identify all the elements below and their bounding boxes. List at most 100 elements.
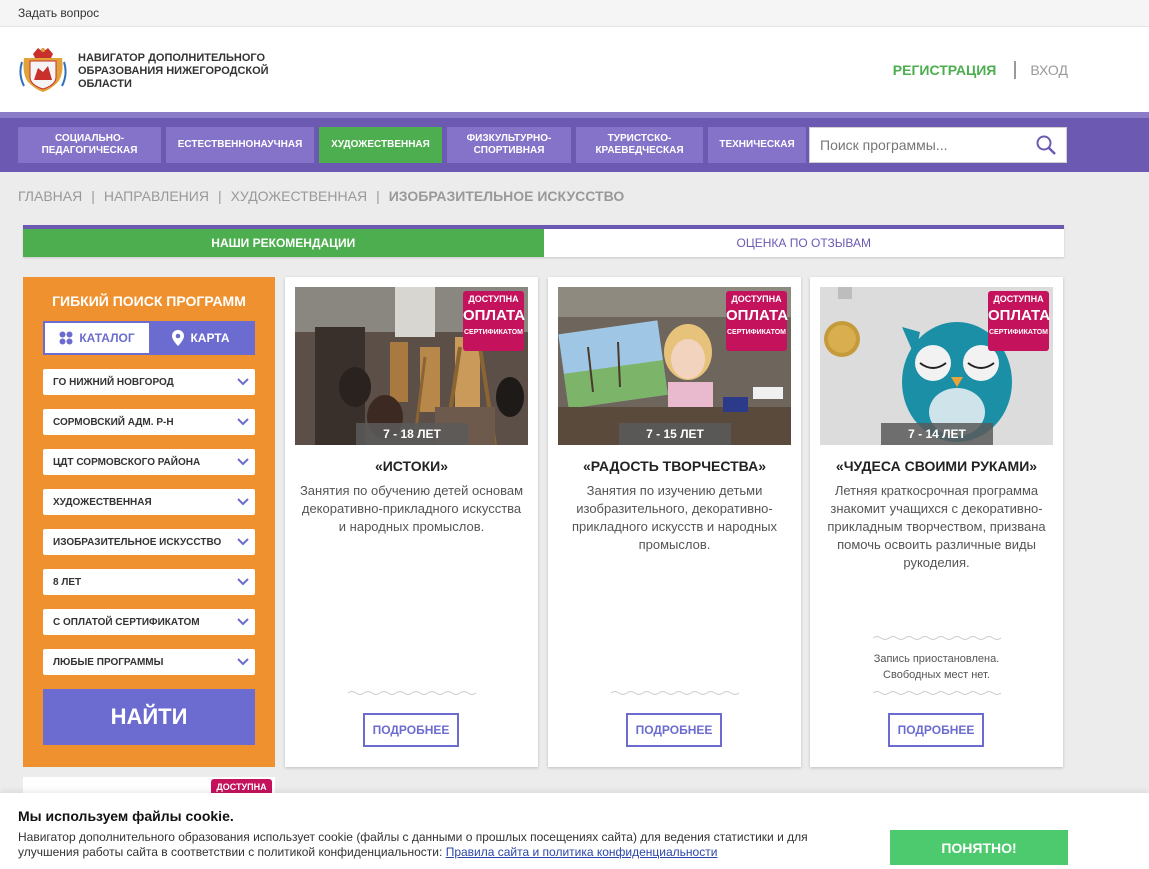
badge-line1: ДОСТУПНА [993,294,1044,304]
badge-line2: ОПЛАТА [463,307,526,324]
program-photo[interactable]: ДОСТУПНА ОПЛАТА СЕРТИФИКАТОМ 7 - 18 ЛЕТ [295,287,528,445]
breadcrumb-artistic[interactable]: ХУДОЖЕСТВЕННАЯ [231,188,367,204]
cookie-banner: Мы используем файлы cookie. Навигатор до… [0,793,1149,869]
chevron-down-icon [237,618,249,626]
wave-divider [611,691,739,695]
search-input[interactable] [810,128,1025,162]
view-toggle: КАТАЛОГ КАРТА [43,321,255,355]
select-value: ИЗОБРАЗИТЕЛЬНОЕ ИСКУССТВО [53,536,222,548]
site-title[interactable]: НАВИГАТОР ДОПОЛНИТЕЛЬНОГО ОБРАЗОВАНИЯ НИ… [78,52,288,91]
privacy-policy-link[interactable]: Правила сайта и политика конфиденциально… [446,845,718,859]
certificate-badge: ДОСТУПНА ОПЛАТА СЕРТИФИКАТОМ [726,291,789,351]
nav-tourism[interactable]: ТУРИСТСКО-КРАЕВЕДЧЕСКАЯ [576,127,703,163]
badge-line3: СЕРТИФИКАТОМ [727,329,786,336]
status-line2: Свободных мест нет. [883,669,990,681]
program-description: Занятия по обучению детей основам декора… [299,483,524,534]
badge-line2: ОПЛАТА [988,307,1051,324]
select-payment[interactable]: С ОПЛАТОЙ СЕРТИФИКАТОМ [43,609,255,635]
breadcrumb-separator: | [217,188,222,204]
certificate-badge: ДОСТУПНА ОПЛАТА СЕРТИФИКАТОМ [988,291,1051,351]
badge-line1: ДОСТУПНА [216,782,267,792]
details-button[interactable]: ПОДРОБНЕЕ [626,713,722,747]
program-card[interactable]: ДОСТУПНА ОПЛАТА СЕРТИФИКАТОМ 7 - 18 ЛЕТ … [285,277,538,767]
tab-recommendations[interactable]: НАШИ РЕКОМЕНДАЦИИ [23,229,544,257]
program-title[interactable]: «РАДОСТЬ ТВОРЧЕСТВА» [548,458,801,474]
select-value: 8 ЛЕТ [53,576,82,588]
filter-panel: ГИБКИЙ ПОИСК ПРОГРАММ КАТАЛОГ КАРТА ГО Н… [23,277,275,767]
select-value: ХУДОЖЕСТВЕННАЯ [53,496,152,508]
map-pin-icon [172,330,185,346]
coat-of-arms-logo[interactable] [18,44,68,94]
map-view-button[interactable]: КАРТА [149,323,253,353]
auth-separator [1014,61,1017,79]
select-value: С ОПЛАТОЙ СЕРТИФИКАТОМ [53,616,200,628]
wave-divider [873,691,1001,695]
badge-line1: ДОСТУПНА [468,294,519,304]
badge-line2: ОПЛАТА [726,307,789,324]
catalog-label: КАТАЛОГ [79,331,135,345]
program-photo[interactable]: ДОСТУПНА ОПЛАТА СЕРТИФИКАТОМ 7 - 15 ЛЕТ [558,287,791,445]
select-program-type[interactable]: ЛЮБЫЕ ПРОГРАММЫ [43,649,255,675]
nav-technical[interactable]: ТЕХНИЧЕСКАЯ [708,127,806,163]
age-range: 7 - 18 ЛЕТ [356,423,468,445]
program-photo[interactable]: ДОСТУПНА ОПЛАТА СЕРТИФИКАТОМ 7 - 14 ЛЕТ [820,287,1053,445]
details-button[interactable]: ПОДРОБНЕЕ [363,713,459,747]
program-title[interactable]: «ЧУДЕСА СВОИМИ РУКАМИ» [810,458,1063,474]
chevron-down-icon [237,538,249,546]
map-label: КАРТА [190,331,230,345]
badge-line3: СЕРТИФИКАТОМ [989,329,1048,336]
select-age[interactable]: 8 ЛЕТ [43,569,255,595]
cookie-accept-button[interactable]: ПОНЯТНО! [890,830,1068,865]
find-button[interactable]: НАЙТИ [43,689,255,745]
chevron-down-icon [237,578,249,586]
search-box [809,127,1067,163]
breadcrumb-separator: | [376,188,380,204]
breadcrumb-home[interactable]: ГЛАВНАЯ [18,188,82,204]
cookie-title: Мы используем файлы cookie. [18,808,234,824]
tab-reviews[interactable]: ОЦЕНКА ПО ОТЗЫВАМ [544,229,1065,257]
select-district[interactable]: СОРМОВСКИЙ АДМ. Р-Н [43,409,255,435]
filter-title: ГИБКИЙ ПОИСК ПРОГРАММ [52,293,246,309]
breadcrumb: ГЛАВНАЯ | НАПРАВЛЕНИЯ | ХУДОЖЕСТВЕННАЯ | ИЗОБР… [18,188,624,204]
select-profile[interactable]: ИЗОБРАЗИТЕЛЬНОЕ ИСКУССТВО [43,529,255,555]
enrollment-status: Запись приостановлена. Свободных мест не… [810,651,1063,683]
nav-natural-science[interactable]: ЕСТЕСТВЕННОНАУЧНАЯ [166,127,314,163]
program-card[interactable]: ДОСТУПНА ОПЛАТА СЕРТИФИКАТОМ 7 - 14 ЛЕТ … [810,277,1063,767]
register-link[interactable]: РЕГИСТРАЦИЯ [893,62,997,78]
chevron-down-icon [237,378,249,386]
chevron-down-icon [237,498,249,506]
status-line1: Запись приостановлена. [873,653,1000,665]
catalog-view-button[interactable]: КАТАЛОГ [45,323,149,353]
select-value: СОРМОВСКИЙ АДМ. Р-Н [53,416,174,428]
breadcrumb-separator: | [91,188,95,204]
badge-line1: ДОСТУПНА [731,294,782,304]
ask-question-link[interactable]: Задать вопрос [18,6,99,20]
chevron-down-icon [237,458,249,466]
sort-tabs: НАШИ РЕКОМЕНДАЦИИ ОЦЕНКА ПО ОТЗЫВАМ [23,225,1064,257]
program-description: Летняя краткосрочная программа знакомит … [827,483,1046,570]
chevron-down-icon [237,418,249,426]
program-description: Занятия по изучению детьми изобразительн… [572,483,777,552]
breadcrumb-current: ИЗОБРАЗИТЕЛЬНОЕ ИСКУССТВО [388,188,625,204]
category-navbar: СОЦИАЛЬНО-ПЕДАГОГИЧЕСКАЯ ЕСТЕСТВЕННОНАУЧ… [0,112,1149,172]
header: НАВИГАТОР ДОПОЛНИТЕЛЬНОГО ОБРАЗОВАНИЯ НИ… [0,27,1149,112]
chevron-down-icon [237,658,249,666]
auth-links: РЕГИСТРАЦИЯ ВХОД [893,61,1068,79]
nav-social-pedagogical[interactable]: СОЦИАЛЬНО-ПЕДАГОГИЧЕСКАЯ [18,127,161,163]
badge-line3: СЕРТИФИКАТОМ [464,329,523,336]
select-direction[interactable]: ХУДОЖЕСТВЕННАЯ [43,489,255,515]
details-button[interactable]: ПОДРОБНЕЕ [888,713,984,747]
cookie-text: Навигатор дополнительного образования ис… [18,830,868,860]
program-title[interactable]: «ИСТОКИ» [285,458,538,474]
nav-artistic[interactable]: ХУДОЖЕСТВЕННАЯ [319,127,442,163]
nav-sports[interactable]: ФИЗКУЛЬТУРНО-СПОРТИВНАЯ [447,127,571,163]
breadcrumb-directions[interactable]: НАПРАВЛЕНИЯ [104,188,209,204]
select-organization[interactable]: ЦДТ СОРМОВСКОГО РАЙОНА [43,449,255,475]
wave-divider [873,636,1001,640]
certificate-badge: ДОСТУПНА ОПЛАТА СЕРТИФИКАТОМ [463,291,526,351]
select-value: ЛЮБЫЕ ПРОГРАММЫ [53,656,164,668]
program-card[interactable]: ДОСТУПНА ОПЛАТА СЕРТИФИКАТОМ 7 - 15 ЛЕТ … [548,277,801,767]
search-icon[interactable] [1036,135,1056,155]
select-municipality[interactable]: ГО НИЖНИЙ НОВГОРОД [43,369,255,395]
login-link[interactable]: ВХОД [1030,62,1068,78]
